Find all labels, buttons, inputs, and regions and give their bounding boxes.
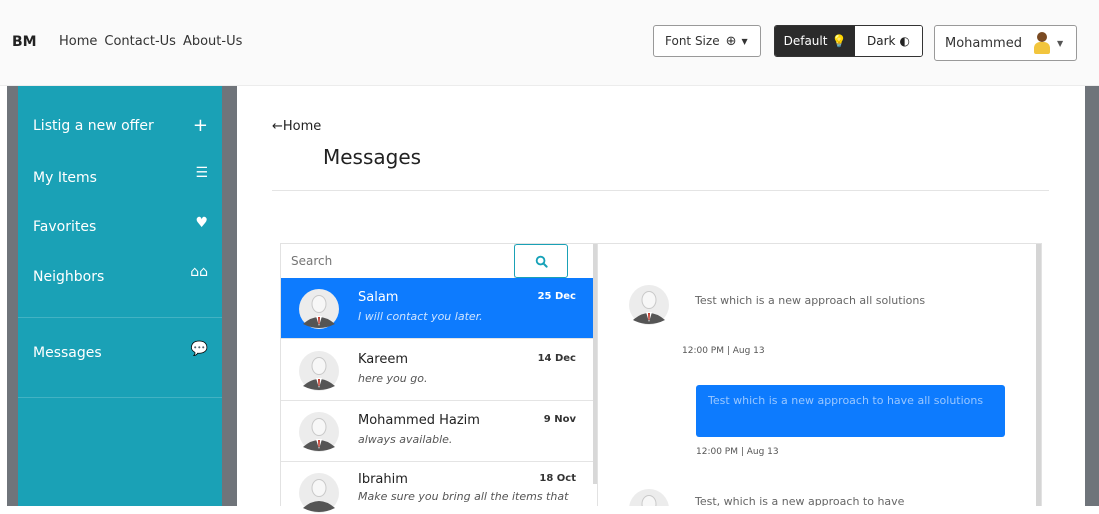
conversation-item[interactable]: Mohammed Hazim 9 Nov always available. [281,401,593,462]
brand-logo[interactable]: BM [12,34,37,50]
theme-dark-label: Dark [867,34,896,48]
message-text: Test, which is a new approach to have [695,495,905,506]
sidebar-item-neighbors[interactable]: Neighbors ⌂⌂ [18,253,222,303]
conversation-preview: always available. [358,433,453,446]
chat-bubbles-icon: 💬 [190,341,208,357]
conversation-item[interactable]: Salam 25 Dec I will contact you later. [281,278,593,339]
sidebar-item-label: Neighbors [33,269,105,285]
nav-link-home[interactable]: Home [59,34,97,49]
lightbulb-icon: 💡 [831,34,847,48]
sidebar-item-favorites[interactable]: Favorites ♥ [18,203,222,253]
conversation-date: 18 Oct [539,473,576,484]
conversation-preview: I will contact you later. [358,310,483,323]
sidebar-item-my-items[interactable]: My Items ☰ [18,153,222,203]
font-size-label: Font Size [665,34,720,48]
message-text: Test which is a new approach all solutio… [695,294,926,307]
search-icon [535,255,548,268]
conversation-item[interactable]: Kareem 14 Dec here you go. [281,340,593,401]
chevron-down-icon: ▼ [741,36,748,46]
avatar-icon [299,351,339,391]
list-icon: ☰ [195,165,208,181]
houses-icon: ⌂⌂ [190,264,208,280]
heart-icon: ♥ [195,215,208,231]
conversation-name: Kareem [358,352,408,367]
conversation-date: 14 Dec [537,353,576,364]
avatar-icon [629,285,669,325]
search-button[interactable] [514,244,568,278]
conversation-name: Salam [358,290,399,305]
chevron-down-icon: ▼ [1056,38,1064,48]
arrow-left-icon: ← [272,119,283,134]
sidebar-item-label: My Items [33,170,97,186]
message-time: 12:00 PM | Aug 13 [696,447,779,457]
conversation-name: Ibrahim [358,472,408,487]
conversation-date: 25 Dec [537,291,576,302]
conversation-date: 9 Nov [543,414,576,425]
font-size-dropdown[interactable]: Font Size ⊕ ▼ [653,25,761,57]
theme-toggle: Default 💡 Dark ◐ [774,25,923,57]
chat-scrollbar[interactable] [1036,244,1041,506]
sidebar-item-new-offer[interactable]: Listig a new offer + [18,103,222,153]
nav-links: Home Contact-Us About-Us [59,34,242,49]
nav-link-about-us[interactable]: About-Us [183,34,242,49]
conversation-name: Mohammed Hazim [358,413,480,428]
avatar-icon [299,289,339,329]
sidebar-item-messages[interactable]: Messages 💬 [18,330,222,380]
avatar-icon [299,412,339,452]
theme-dark-button[interactable]: Dark ◐ [855,26,922,56]
sidebar-item-label: Favorites [33,219,97,235]
message-time: 12:00 PM | Aug 13 [682,346,765,356]
nav-link-contact-us[interactable]: Contact-Us [104,34,176,49]
user-avatar-icon [1033,31,1051,55]
sidebar-item-label: Messages [33,345,102,361]
sidebar: Listig a new offer + My Items ☰ Favorite… [18,86,222,506]
theme-default-button[interactable]: Default 💡 [775,26,855,56]
theme-default-label: Default [783,34,828,48]
right-frame [1085,86,1099,506]
search-input[interactable] [281,244,515,278]
contrast-icon: ◐ [899,34,910,48]
conversation-item[interactable]: Ibrahim 18 Oct Make sure you bring all t… [281,462,593,513]
plus-icon: + [192,115,208,136]
page-title: Messages [323,145,422,169]
title-divider [272,190,1049,191]
user-name: Mohammed [945,35,1022,51]
avatar-icon [629,489,669,506]
conversation-preview: here you go. [358,372,428,385]
back-home-link[interactable]: ←Home [272,119,321,134]
sidebar-item-label: Listig a new offer [33,118,154,134]
back-home-label: Home [282,119,322,134]
conversation-preview: Make sure you bring all the items that [358,490,569,503]
user-menu-dropdown[interactable]: Mohammed ▼ [934,25,1077,61]
zoom-in-icon: ⊕ [725,33,737,49]
panel-divider [597,244,598,506]
top-navbar: BM Home Contact-Us About-Us Font Size ⊕ … [0,0,1099,86]
sidebar-divider [18,317,222,318]
outgoing-message: Test which is a new approach to have all… [696,385,1005,437]
incoming-message: Test, which is a new approach to have [628,488,1028,506]
avatar-icon [299,473,339,513]
sidebar-divider [18,397,222,398]
